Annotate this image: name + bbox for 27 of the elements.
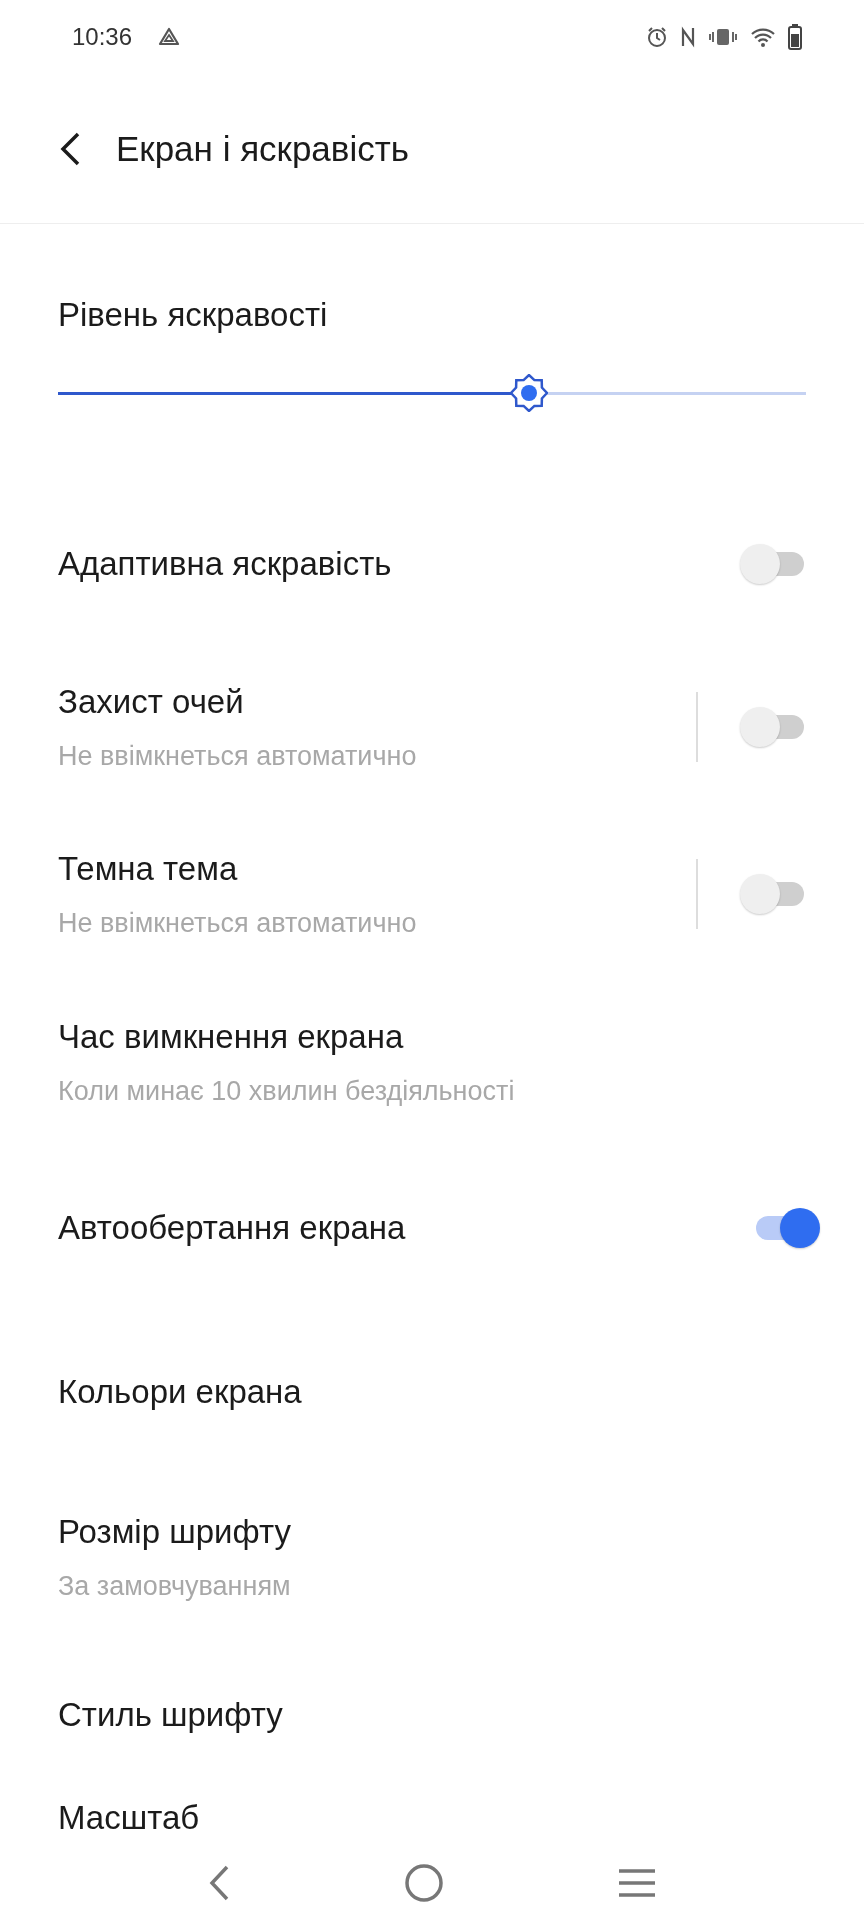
brightness-slider[interactable] xyxy=(58,374,806,412)
setting-title: Рівень яскравості xyxy=(58,296,329,334)
setting-subtitle: За замовчуванням xyxy=(58,1570,292,1602)
page-title: Екран і яскравість xyxy=(116,128,409,169)
nfc-icon xyxy=(680,26,696,48)
alarm-icon xyxy=(646,26,668,48)
slider-thumb[interactable] xyxy=(510,374,549,412)
setting-title[interactable]: Адаптивна яскравість xyxy=(58,545,738,583)
setting-title[interactable]: Стиль шрифту xyxy=(58,1696,806,1734)
setting-subtitle: Не ввімкнеться автоматично xyxy=(58,740,418,772)
back-button[interactable] xyxy=(58,130,82,167)
setting-title[interactable]: Масштаб xyxy=(58,1798,806,1837)
battery-icon xyxy=(788,24,802,50)
setting-title[interactable]: Темна тема xyxy=(58,849,696,888)
setting-subtitle: Не ввімкнеться автоматично xyxy=(58,907,418,939)
setting-title[interactable]: Кольори екрана xyxy=(58,1373,806,1411)
setting-title[interactable]: Час вимкнення екрана xyxy=(58,1017,806,1056)
setting-title[interactable]: Розмір шрифту xyxy=(58,1512,806,1551)
setting-subtitle: Коли минає 10 хвилин бездіяльності xyxy=(58,1075,516,1107)
status-time: 10:36 xyxy=(72,23,133,51)
home-icon[interactable] xyxy=(404,1862,444,1903)
wifi-icon xyxy=(750,26,776,48)
vibrate-icon xyxy=(708,27,738,47)
setting-title[interactable]: Захист очей xyxy=(58,682,696,721)
menu-icon[interactable] xyxy=(617,1866,658,1899)
setting-title[interactable]: Автообертання екрана xyxy=(58,1209,750,1247)
triangle-icon xyxy=(158,27,181,47)
